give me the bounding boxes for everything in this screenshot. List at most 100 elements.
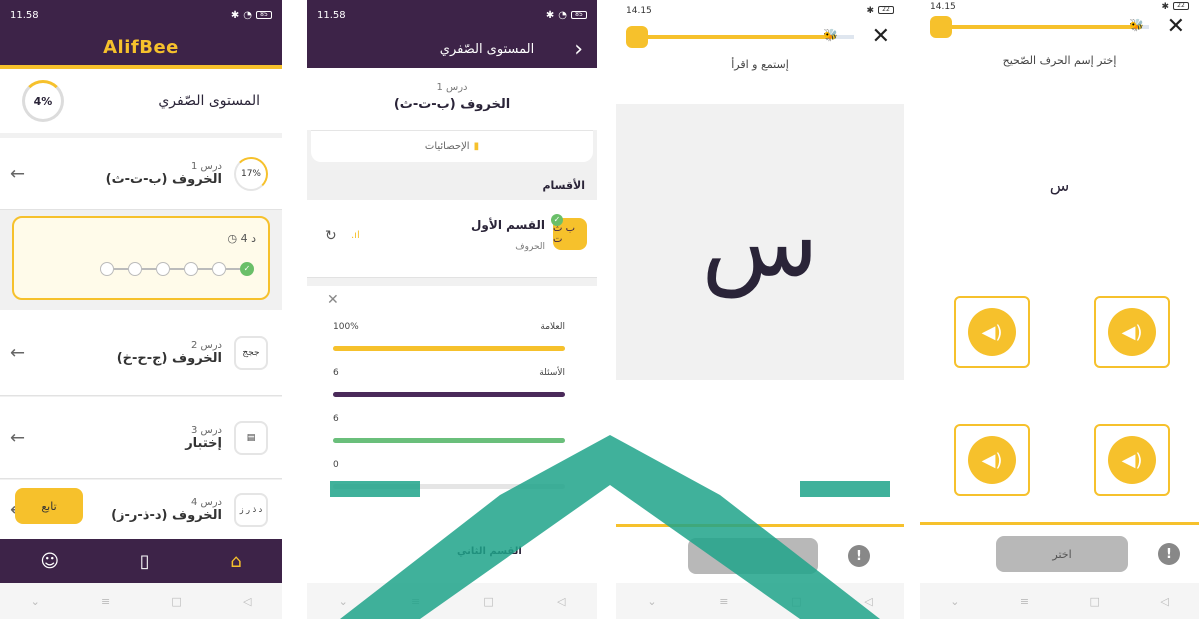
lesson-title: الخروف (ب-ت-ث) (393, 97, 511, 112)
step-done-icon[interactable]: ✓ (240, 262, 254, 276)
close-icon[interactable]: ✕ (1167, 14, 1185, 39)
lesson-number: درس 1 (190, 160, 222, 172)
metric-bar (333, 392, 565, 397)
nav-back-icon[interactable]: ◁ (1160, 595, 1168, 608)
lesson-letters-badge: ججج (234, 335, 268, 370)
section-card-1[interactable]: ب ث ت ✓ القسم الأول الحروف ↻ .ıl (307, 200, 597, 278)
nav-home-icon[interactable]: □ (483, 595, 493, 608)
bottom-nav: ☺ ▯ ⌂ (0, 539, 282, 583)
speaker-icon: ◀) (1121, 321, 1143, 343)
lesson-number: درس 3 (190, 424, 222, 436)
quiz-progress: 🐝 ✕ (920, 14, 1199, 54)
step-dot[interactable] (156, 262, 170, 276)
nav-home-icon[interactable]: □ (1089, 595, 1099, 608)
system-nav-bar: ⌄ ≡ □ ◁ (0, 583, 282, 619)
submit-button[interactable] (688, 538, 818, 574)
lesson-progress-badge: 17% (234, 156, 268, 191)
continue-button[interactable]: تابع (15, 488, 83, 524)
section-subtitle: الحروف (515, 242, 545, 252)
home-icon[interactable]: ⌂ (230, 551, 241, 572)
step-dot[interactable] (184, 262, 198, 276)
step-dot[interactable] (100, 262, 114, 276)
listen-read-screen: 14.15 ✱ 22 🐝 ✕ إستمع و اقرأ س ! ⌄ ≡ □ ◁ (616, 0, 904, 619)
bluetooth-icon: ✱ (545, 9, 555, 21)
battery-icon: 85 (256, 11, 272, 19)
lesson-info: درس 1 الخروف (ب-ت-ث) (307, 68, 597, 130)
metric-wrong: 0 (333, 460, 565, 489)
nav-back-icon[interactable]: ◁ (243, 595, 251, 608)
nav-home-icon[interactable]: □ (171, 595, 181, 608)
system-nav-bar: ⌄ ≡ □ ◁ (307, 583, 597, 619)
metric-value: 6 (333, 368, 339, 378)
step-dot[interactable] (212, 262, 226, 276)
arrow-left-icon[interactable]: ← (10, 342, 25, 363)
metric-bar (333, 438, 565, 443)
alert-icon[interactable]: ! (1158, 543, 1180, 565)
progress-fill (950, 25, 1140, 29)
section-title: القسم الأول (471, 218, 545, 232)
check-icon: ✓ (551, 214, 563, 226)
nav-menu-icon[interactable]: ≡ (719, 595, 728, 608)
hive-icon (930, 16, 952, 38)
bluetooth-icon: ✱ (866, 6, 874, 16)
bee-icon: 🐝 (1129, 18, 1144, 32)
battery-icon: 22 (878, 6, 894, 14)
quiz-icon: ▤ (234, 420, 268, 455)
sound-option-4[interactable]: ◀) (1094, 424, 1170, 496)
lesson-item-1[interactable]: ← درس 1 الخروف (ب-ت-ث) 17% (0, 138, 282, 210)
lesson-item-2[interactable]: ← درس 2 الخروف (ج-ح-خ) ججج (0, 310, 282, 396)
nav-back-icon[interactable]: ◁ (864, 595, 872, 608)
metric-label: الأسئلة (539, 368, 565, 378)
choose-name-screen: 14.15 ✱ 22 🐝 ✕ إختر إسم الحرف الصّحيح س … (920, 0, 1199, 619)
status-time: 11.58 (10, 9, 39, 21)
status-bar: 11.58 ✱ ◔ 85 (0, 0, 282, 30)
nav-menu-icon[interactable]: ≡ (101, 595, 110, 608)
profile-icon[interactable]: ☺ (40, 551, 59, 572)
refresh-icon[interactable]: ↻ (325, 228, 337, 244)
lesson-title: الخروف (ج-ح-خ) (116, 350, 222, 366)
level-card[interactable]: 4% المستوى الصّفري (0, 69, 282, 133)
stats-label: الإحصائيات (424, 141, 470, 152)
nav-down-icon[interactable]: ⌄ (647, 595, 656, 608)
nav-back-icon[interactable]: ◁ (557, 595, 565, 608)
lesson-title: الخروف (د-ذ-ر-ز) (111, 507, 222, 523)
lesson-number: درس 1 (436, 82, 468, 93)
arrow-left-icon[interactable]: ← (10, 163, 25, 184)
close-icon[interactable]: ✕ (327, 292, 339, 308)
question-letter: س (1049, 176, 1070, 195)
step-dot[interactable] (128, 262, 142, 276)
nav-menu-icon[interactable]: ≡ (411, 595, 420, 608)
alert-icon[interactable]: ! (848, 545, 870, 567)
lesson-progress-panel[interactable]: ◷ 4 د ✓ (12, 216, 270, 300)
status-bar: 11.58 ✱ ◔ 85 (307, 0, 597, 30)
sound-option-1[interactable]: ◀) (954, 296, 1030, 368)
choose-button[interactable]: اختر (996, 536, 1128, 572)
next-section-title[interactable]: القسم الثاني (457, 546, 522, 557)
close-icon[interactable]: ✕ (872, 24, 890, 49)
nav-down-icon[interactable]: ⌄ (339, 595, 348, 608)
bluetooth-icon: ✱ (1161, 2, 1169, 12)
section-stats-panel: ✕ 100% العلامة 6 الأسئلة 6 0 (307, 286, 597, 586)
stats-tab[interactable]: الإحصائيات ▮ (311, 130, 593, 162)
lesson-item-3[interactable]: ← درس 3 إختبار ▤ (0, 397, 282, 479)
book-icon[interactable]: ▯ (140, 551, 150, 572)
letter-glyph: س (701, 186, 819, 298)
metric-questions: 6 الأسئلة (333, 368, 565, 397)
lesson-list-screen: 11.58 ✱ ◔ 85 AlifBee 4% المستوى الصّفري … (0, 0, 282, 619)
system-nav-bar: ⌄ ≡ □ ◁ (920, 583, 1199, 619)
instruction-text: إستمع و اقرأ (731, 58, 789, 71)
arrow-left-icon[interactable]: ← (10, 427, 25, 448)
metric-value: 0 (333, 460, 339, 470)
lesson-letters-badge: د ذ ر ز (234, 492, 268, 527)
letter-card[interactable]: س (616, 104, 904, 380)
sound-option-3[interactable]: ◀) (954, 424, 1030, 496)
nav-down-icon[interactable]: ⌄ (950, 595, 959, 608)
nav-down-icon[interactable]: ⌄ (31, 595, 40, 608)
nav-menu-icon[interactable]: ≡ (1020, 595, 1029, 608)
sound-option-2[interactable]: ◀) (1094, 296, 1170, 368)
app-header: 11.58 ✱ ◔ 85 المستوى الصّفري › (307, 0, 597, 68)
chevron-right-icon[interactable]: › (574, 37, 583, 62)
step-dots: ✓ (100, 262, 254, 276)
nav-home-icon[interactable]: □ (791, 595, 801, 608)
app-header: 11.58 ✱ ◔ 85 AlifBee (0, 0, 282, 65)
